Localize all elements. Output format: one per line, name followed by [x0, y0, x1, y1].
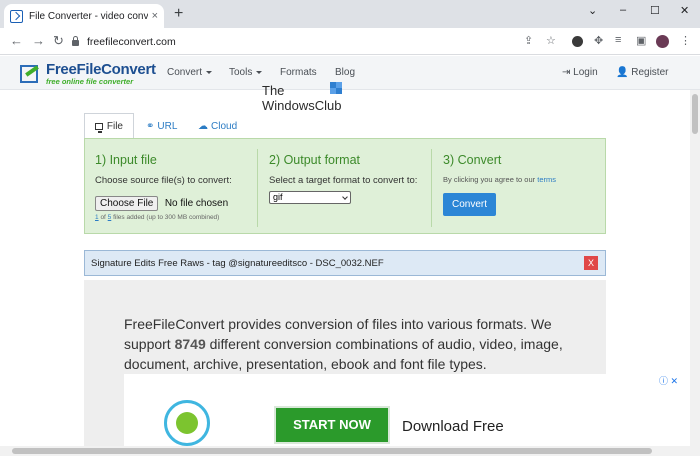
minimize-button[interactable]: – [620, 4, 626, 16]
extension-icon[interactable] [572, 36, 583, 47]
scrollbar-thumb[interactable] [12, 448, 652, 454]
tab-search-chevron-icon[interactable]: ⌄ [588, 4, 597, 17]
chevron-down-icon [206, 70, 213, 74]
agree-text: By clicking you agree to our [443, 175, 536, 184]
tab-cloud-label: Cloud [211, 120, 238, 132]
convert-button[interactable]: Convert [443, 193, 497, 216]
profile-avatar[interactable] [656, 35, 669, 48]
chevron-down-icon [256, 70, 263, 74]
input-file-heading: 1) Input file [95, 153, 157, 167]
tab-title: File Converter - video converter, [29, 10, 148, 22]
convert-heading: 3) Convert [443, 153, 502, 167]
lock-icon [72, 36, 79, 46]
no-file-text: No file chosen [164, 198, 229, 209]
format-select-value: gif [273, 192, 283, 202]
extensions-puzzle-icon[interactable]: ✥ [594, 34, 603, 47]
forward-arrow-icon[interactable]: → [32, 33, 45, 48]
watermark-logo-icon [330, 82, 342, 94]
login-link[interactable]: ⇥ Login [562, 67, 598, 78]
convert-section: 3) Convert By clicking you agree to our … [433, 139, 605, 235]
bookmark-star-icon[interactable]: ☆ [546, 34, 556, 47]
login-label: Login [573, 67, 598, 78]
file-count-current: 1 [95, 214, 99, 221]
ad-start-button[interactable]: START NOW [274, 406, 390, 444]
logo-main-text: FreeFileConvert [46, 61, 156, 78]
advertisement[interactable]: ⓘ ✕ START NOW Download Free [124, 374, 686, 446]
side-panel-icon[interactable]: ▣ [636, 34, 646, 47]
logo-mark-icon [20, 63, 42, 85]
register-link[interactable]: 👤 Register [616, 67, 668, 78]
browser-tab[interactable]: File Converter - video converter, × [4, 4, 164, 28]
choose-file-button[interactable]: Choose File [95, 196, 159, 211]
browser-menu-icon[interactable]: ⋮ [680, 34, 691, 47]
format-select[interactable]: gif [269, 191, 351, 204]
monitor-icon [95, 122, 103, 133]
maximize-button[interactable]: ☐ [650, 4, 660, 17]
adchoices-icon[interactable]: ⓘ ✕ [659, 374, 678, 387]
input-file-label: Choose source file(s) to convert: [95, 175, 232, 186]
browser-toolbar: ← → ↻ freefileconvert.com ⇪ ☆ ✥ ≡ ▣ ⋮ [0, 28, 700, 55]
input-file-section: 1) Input file Choose source file(s) to c… [85, 139, 257, 235]
user-icon: 👤 [616, 67, 629, 78]
remove-file-button[interactable]: X [584, 256, 598, 270]
info-text: FreeFileConvert provides conversion of f… [124, 314, 574, 374]
file-count-max: 5 [107, 214, 112, 221]
converter-panel: 1) Input file Choose source file(s) to c… [84, 138, 606, 234]
logo-tagline: free online file converter [46, 77, 134, 86]
output-format-section: 2) Output format Select a target format … [259, 139, 431, 235]
nav-tools[interactable]: Tools [229, 67, 263, 78]
scrollbar-thumb[interactable] [692, 94, 698, 134]
tab-url[interactable]: ⚭ URL [136, 113, 187, 139]
tab-cloud[interactable]: ☁ Cloud [188, 113, 247, 139]
conversion-count: 8749 [174, 336, 206, 352]
register-label: Register [631, 67, 669, 78]
ad-headline: Download Free [402, 418, 504, 435]
link-icon: ⚭ [146, 120, 155, 132]
divider [257, 149, 258, 227]
nav-formats[interactable]: Formats [280, 67, 317, 78]
file-count-of: of [100, 214, 106, 221]
nav-convert[interactable]: Convert [167, 67, 213, 78]
watermark-line-2: WindowsClub [262, 98, 342, 113]
share-icon[interactable]: ⇪ [524, 34, 533, 47]
back-arrow-icon[interactable]: ← [10, 33, 23, 48]
file-count-note: 1 of 5 files added (up to 300 MB combine… [95, 214, 247, 221]
vertical-scrollbar[interactable] [690, 90, 700, 456]
reload-icon[interactable]: ↻ [53, 33, 64, 49]
site-header: FreeFileConvert free online file convert… [0, 56, 700, 90]
tab-close-icon[interactable]: × [152, 10, 158, 22]
url-text: freefileconvert.com [87, 35, 176, 48]
tab-file-label: File [106, 120, 123, 132]
terms-link[interactable]: terms [537, 175, 556, 184]
reading-list-icon[interactable]: ≡ [615, 34, 621, 46]
new-tab-button[interactable]: + [174, 6, 183, 22]
cloud-icon: ☁ [198, 120, 208, 132]
login-icon: ⇥ [562, 67, 571, 78]
close-window-button[interactable]: ✕ [680, 4, 689, 17]
selected-file-name: Signature Edits Free Raws - tag @signatu… [91, 258, 384, 269]
output-format-label: Select a target format to convert to: [269, 175, 418, 186]
output-format-heading: 2) Output format [269, 153, 361, 167]
divider [431, 149, 432, 227]
browser-tab-strip: File Converter - video converter, × + ⌄ … [0, 0, 700, 28]
nav-tools-label: Tools [229, 67, 253, 78]
address-bar[interactable]: freefileconvert.com [72, 32, 568, 51]
tab-url-label: URL [157, 120, 178, 132]
download-arrow-icon [176, 412, 198, 434]
selected-file-row: Signature Edits Free Raws - tag @signatu… [84, 250, 606, 276]
terms-agreement: By clicking you agree to our terms [443, 175, 595, 184]
horizontal-scrollbar[interactable] [0, 446, 690, 456]
site-logo[interactable]: FreeFileConvert free online file convert… [20, 62, 156, 86]
nav-convert-label: Convert [167, 67, 203, 78]
file-count-text: files added (up to 300 MB combined) [113, 214, 220, 221]
tab-file[interactable]: File [84, 113, 134, 139]
chevron-down-icon [342, 194, 348, 200]
site-favicon-icon [10, 9, 23, 23]
nav-blog[interactable]: Blog [335, 67, 355, 78]
